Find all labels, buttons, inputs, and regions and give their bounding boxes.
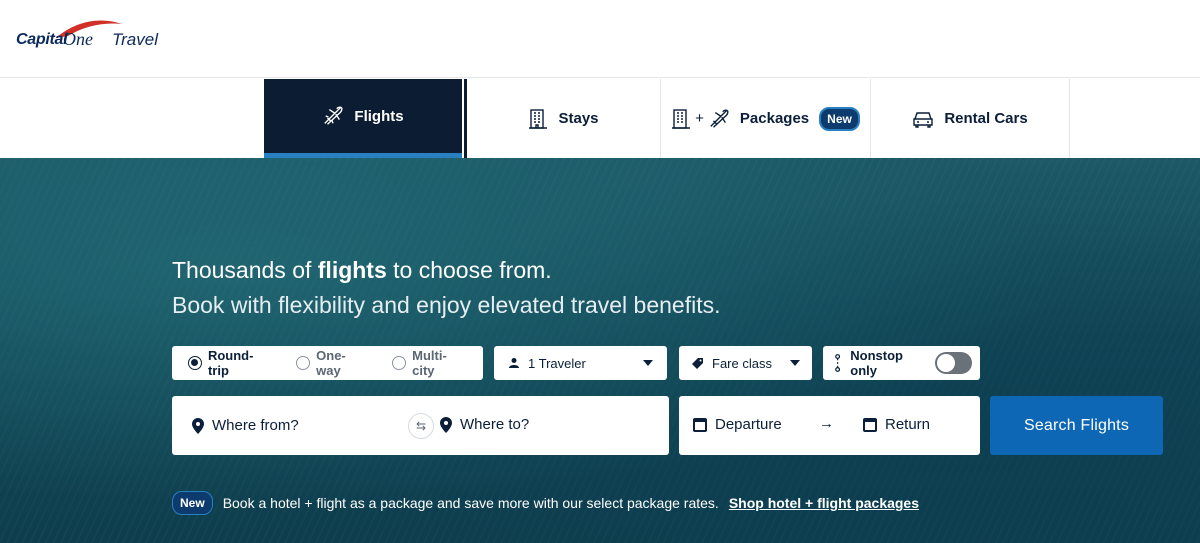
date-inputs: Departure → Return bbox=[679, 396, 980, 455]
tab-flights[interactable]: Flights bbox=[264, 79, 462, 158]
calendar-icon bbox=[693, 417, 707, 432]
logo-travel-text: Travel bbox=[112, 30, 158, 49]
fare-class-value: Fare class bbox=[712, 355, 772, 371]
where-to-input[interactable]: Where to? bbox=[440, 416, 529, 433]
calendar-icon bbox=[863, 417, 877, 432]
where-from-input[interactable]: Where from? bbox=[192, 417, 299, 434]
departure-label: Departure bbox=[715, 416, 782, 433]
package-promo: New Book a hotel + flight as a package a… bbox=[172, 491, 919, 515]
search-flights-button[interactable]: Search Flights bbox=[990, 396, 1163, 455]
building-icon bbox=[672, 108, 691, 129]
tab-rental-cars[interactable]: Rental Cars bbox=[871, 79, 1070, 158]
new-badge: New bbox=[819, 106, 860, 131]
headline-text-end: to choose from. bbox=[386, 257, 552, 283]
tab-label: Packages bbox=[739, 110, 810, 127]
where-to-placeholder: Where to? bbox=[460, 416, 530, 433]
top-header: Capital One Travel bbox=[0, 0, 1200, 78]
tab-label: Flights bbox=[354, 107, 404, 125]
nonstop-toggle-box: Nonstop only bbox=[823, 346, 980, 380]
swap-arrows-icon[interactable]: ⇆ bbox=[408, 413, 434, 439]
radio-selected-icon bbox=[188, 356, 202, 370]
nonstop-toggle[interactable] bbox=[935, 352, 973, 374]
radio-one-way[interactable]: One-way bbox=[296, 348, 370, 378]
return-label: Return bbox=[885, 416, 931, 433]
plus-sign: + bbox=[695, 110, 704, 127]
route-inputs: Where from? ⇆ Where to? bbox=[172, 396, 669, 455]
hero-headline: Thousands of flights to choose from. bbox=[172, 257, 552, 284]
tab-label: Stays bbox=[558, 110, 599, 127]
hero-subline: Book with flexibility and enjoy elevated… bbox=[172, 292, 721, 318]
return-date-input[interactable]: Return bbox=[863, 416, 930, 433]
product-tabs: Flights Stays + Packages New Rental Cars bbox=[0, 79, 1200, 158]
travelers-dropdown[interactable]: 1 Traveler bbox=[494, 346, 667, 380]
logo-one-text: One bbox=[63, 29, 93, 49]
travelers-value: 1 Traveler bbox=[528, 355, 586, 371]
promo-text: Book a hotel + flight as a package and s… bbox=[222, 495, 719, 511]
new-badge: New bbox=[172, 491, 213, 515]
headline-text: Thousands of bbox=[172, 257, 318, 283]
radio-label: Multi-city bbox=[412, 348, 447, 378]
radio-unselected-icon bbox=[392, 356, 407, 370]
person-icon bbox=[509, 358, 519, 368]
fare-class-dropdown[interactable]: Fare class bbox=[679, 346, 812, 380]
radio-round-trip[interactable]: Round-trip bbox=[188, 348, 274, 378]
airplane-icon bbox=[324, 106, 343, 125]
tag-icon bbox=[692, 357, 703, 369]
logo-capital-text: Capital bbox=[16, 31, 68, 48]
tab-stays[interactable]: Stays bbox=[467, 79, 661, 158]
nonstop-label: Nonstop only bbox=[850, 348, 903, 378]
capital-one-travel-logo[interactable]: Capital One Travel bbox=[16, 20, 166, 54]
arrow-right-icon: → bbox=[819, 415, 834, 432]
hero-section: Thousands of flights to choose from. Boo… bbox=[0, 158, 1200, 543]
chevron-down-icon bbox=[790, 360, 800, 366]
car-icon bbox=[913, 111, 934, 128]
radio-label: Round-trip bbox=[207, 348, 254, 378]
nonstop-route-icon bbox=[835, 354, 841, 372]
tab-label: Rental Cars bbox=[944, 110, 1028, 127]
radio-unselected-icon bbox=[296, 356, 311, 370]
location-pin-icon bbox=[440, 416, 452, 433]
airplane-icon bbox=[710, 108, 729, 128]
chevron-down-icon bbox=[643, 360, 653, 366]
tab-packages[interactable]: + Packages New bbox=[661, 79, 871, 158]
building-icon bbox=[529, 108, 548, 129]
trip-type-selector: Round-trip One-way Multi-city bbox=[172, 346, 483, 380]
location-pin-icon bbox=[192, 417, 204, 434]
where-from-placeholder: Where from? bbox=[212, 417, 299, 434]
radio-label: One-way bbox=[316, 348, 346, 378]
radio-multi-city[interactable]: Multi-city bbox=[392, 348, 469, 378]
headline-bold: flights bbox=[317, 257, 387, 283]
departure-date-input[interactable]: Departure bbox=[693, 416, 782, 433]
shop-packages-link[interactable]: Shop hotel + flight packages bbox=[729, 495, 919, 511]
